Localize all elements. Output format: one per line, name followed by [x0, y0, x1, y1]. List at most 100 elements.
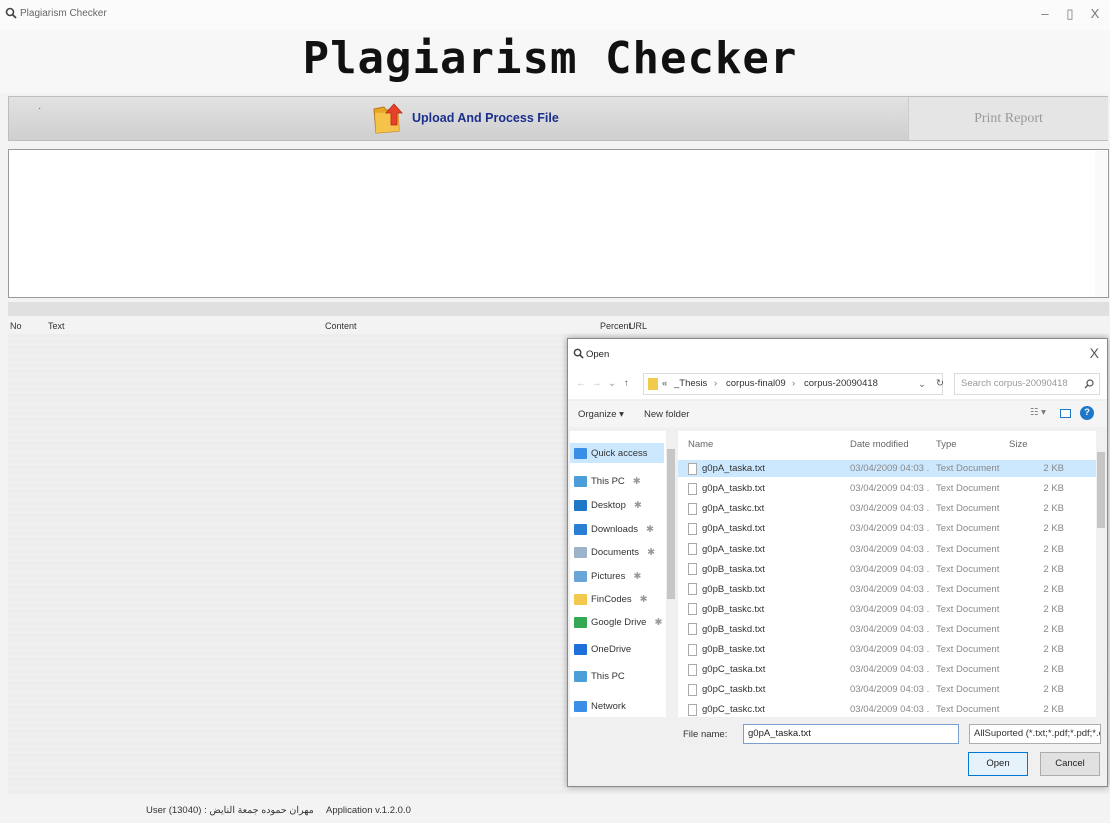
cancel-button[interactable]: Cancel	[1040, 752, 1100, 776]
column-name[interactable]: Name	[688, 439, 713, 450]
window-title: Plagiarism Checker	[20, 8, 107, 19]
address-bar[interactable]: « _Thesis › corpus-final09 › corpus-2009…	[643, 373, 943, 395]
nav-item[interactable]: Documents ✱	[574, 542, 655, 562]
pin-icon[interactable]: ✱	[634, 500, 642, 511]
column-percent[interactable]: Percent	[600, 321, 631, 331]
upload-and-process-button[interactable]: Upload And Process File	[372, 100, 559, 136]
refresh-icon[interactable]: ↻	[936, 378, 944, 389]
column-date-modified[interactable]: Date modified	[850, 439, 909, 450]
nav-item[interactable]: This PC	[574, 666, 625, 686]
text-file-icon	[688, 663, 697, 676]
file-name-text: g0pC_taskc.txt	[702, 704, 765, 716]
file-name-cell: g0pA_taskc.txt	[678, 502, 850, 515]
nav-item[interactable]: Desktop ✱	[574, 495, 642, 515]
column-type[interactable]: Type	[936, 439, 957, 450]
dropdown-chevron-icon[interactable]: ⌄	[608, 378, 616, 389]
dialog-close-button[interactable]: X	[1090, 345, 1099, 361]
file-row[interactable]: g0pB_taska.txt 03/04/2009 04:03 ... Text D…	[678, 561, 1098, 578]
file-name-input[interactable]: g0pA_taska.txt	[743, 724, 959, 744]
breadcrumb-thesis[interactable]: _Thesis	[674, 378, 707, 389]
file-row[interactable]: g0pB_taskd.txt 03/04/2009 04:03 ... Text D…	[678, 621, 1098, 638]
file-row[interactable]: g0pB_taskc.txt 03/04/2009 04:03 ... Text D…	[678, 601, 1098, 618]
file-name-cell: g0pC_taska.txt	[678, 663, 850, 676]
up-arrow-icon[interactable]: ↑	[624, 378, 629, 389]
column-text[interactable]: Text	[48, 321, 65, 331]
file-size-cell: 2 KB	[1043, 503, 1064, 515]
upload-label: Upload And Process File	[412, 111, 559, 125]
file-name-text: g0pC_taskb.txt	[702, 684, 766, 696]
file-row[interactable]: g0pB_taskb.txt 03/04/2009 04:03 ... Text D…	[678, 581, 1098, 598]
pin-icon[interactable]: ✱	[640, 594, 648, 605]
text-file-icon	[688, 522, 697, 535]
pin-icon[interactable]: ✱	[654, 617, 662, 628]
text-panel[interactable]	[8, 149, 1109, 298]
file-date-cell: 03/04/2009 04:03 ...	[850, 563, 930, 575]
breadcrumb-overflow[interactable]: «	[662, 378, 667, 389]
file-name-cell: g0pA_taskd.txt	[678, 522, 850, 535]
nav-item[interactable]: Downloads ✱	[574, 519, 654, 539]
file-row[interactable]: g0pC_taskc.txt 03/04/2009 04:03 ... Text D…	[678, 701, 1098, 718]
open-button[interactable]: Open	[968, 752, 1028, 776]
nav-item[interactable]: OneDrive	[574, 639, 631, 659]
nav-item[interactable]: Quick access	[570, 443, 664, 463]
file-scrollbar-thumb[interactable]	[1097, 452, 1105, 528]
nav-item[interactable]: Google Drive ✱	[574, 612, 662, 632]
forward-arrow-icon[interactable]: →	[592, 378, 602, 389]
file-size-cell: 2 KB	[1043, 644, 1064, 656]
file-row[interactable]: g0pA_taskb.txt 03/04/2009 04:03 ... Text D…	[678, 480, 1098, 497]
file-row[interactable]: g0pA_taska.txt 03/04/2009 04:03 ... Text D…	[678, 460, 1098, 478]
file-name-text: g0pB_taska.txt	[702, 563, 765, 575]
print-report-button[interactable]: Print Report	[908, 97, 1108, 140]
google-drive-icon	[574, 616, 587, 628]
address-dropdown-icon[interactable]: ⌄	[918, 379, 926, 390]
back-arrow-icon[interactable]: ←	[576, 378, 586, 389]
file-row[interactable]: g0pB_taske.txt 03/04/2009 04:03 ... Text D…	[678, 641, 1098, 658]
file-date-cell: 03/04/2009 04:03 ...	[850, 503, 930, 515]
pin-icon[interactable]: ✱	[633, 571, 641, 582]
column-url[interactable]: URL	[629, 321, 647, 331]
column-content[interactable]: Content	[325, 321, 357, 331]
view-options-icon[interactable]: ☷ ▾	[1030, 407, 1046, 418]
breadcrumb-corpus-date[interactable]: corpus-20090418	[804, 378, 878, 389]
pin-icon[interactable]: ✱	[646, 524, 654, 535]
file-size-cell: 2 KB	[1043, 583, 1064, 595]
column-no[interactable]: No	[10, 321, 22, 331]
maximize-button[interactable]: ▯	[1060, 5, 1080, 23]
minimize-button[interactable]: –	[1035, 5, 1055, 23]
file-type-select[interactable]: AllSuported (*.txt;*.pdf;*.pdf;*.c	[969, 724, 1101, 744]
file-row[interactable]: g0pA_taske.txt 03/04/2009 04:03 ... Text D…	[678, 540, 1098, 557]
new-folder-button[interactable]: New folder	[644, 409, 689, 420]
nav-item[interactable]: Network	[574, 696, 626, 716]
nav-item[interactable]: FinCodes ✱	[574, 589, 648, 609]
column-size[interactable]: Size	[1009, 439, 1027, 450]
organize-button[interactable]: Organize ▾	[578, 409, 624, 420]
nav-item-label: Desktop	[591, 499, 626, 511]
panel-scrollbar[interactable]	[1095, 151, 1107, 297]
help-icon[interactable]: ?	[1080, 406, 1094, 420]
documents-icon	[574, 546, 587, 558]
file-row[interactable]: g0pA_taskd.txt 03/04/2009 04:03 ... Text D…	[678, 520, 1098, 537]
computer-icon	[574, 475, 587, 487]
pin-icon[interactable]: ✱	[633, 476, 641, 487]
file-row[interactable]: g0pC_taskb.txt 03/04/2009 04:03 ... Text D…	[678, 681, 1098, 698]
preview-pane-icon[interactable]	[1060, 409, 1071, 418]
file-row[interactable]: g0pC_taska.txt 03/04/2009 04:03 ... Text D…	[678, 661, 1098, 678]
nav-item[interactable]: Pictures ✱	[574, 566, 641, 586]
file-row[interactable]: g0pA_taskc.txt 03/04/2009 04:03 ... Text D…	[678, 500, 1098, 517]
file-name-cell: g0pB_taskc.txt	[678, 603, 850, 616]
close-button[interactable]: X	[1085, 5, 1105, 23]
text-file-icon	[688, 502, 697, 515]
file-name-cell: g0pB_taskd.txt	[678, 623, 850, 636]
file-name-label: File name:	[683, 729, 728, 740]
pictures-icon	[574, 570, 587, 582]
breadcrumb-corpus-final[interactable]: corpus-final09	[726, 378, 786, 389]
search-input[interactable]: Search corpus-20090418	[954, 373, 1100, 395]
file-date-cell: 03/04/2009 04:03 ...	[850, 704, 930, 716]
file-size-cell: 2 KB	[1043, 704, 1064, 716]
file-name-cell: g0pA_taske.txt	[678, 543, 850, 556]
file-name-cell: g0pB_taskb.txt	[678, 583, 850, 596]
file-name-text: g0pA_taskb.txt	[702, 483, 765, 495]
nav-item[interactable]: This PC ✱	[574, 471, 641, 491]
nav-scrollbar-thumb[interactable]	[667, 449, 675, 599]
pin-icon[interactable]: ✱	[647, 547, 655, 558]
